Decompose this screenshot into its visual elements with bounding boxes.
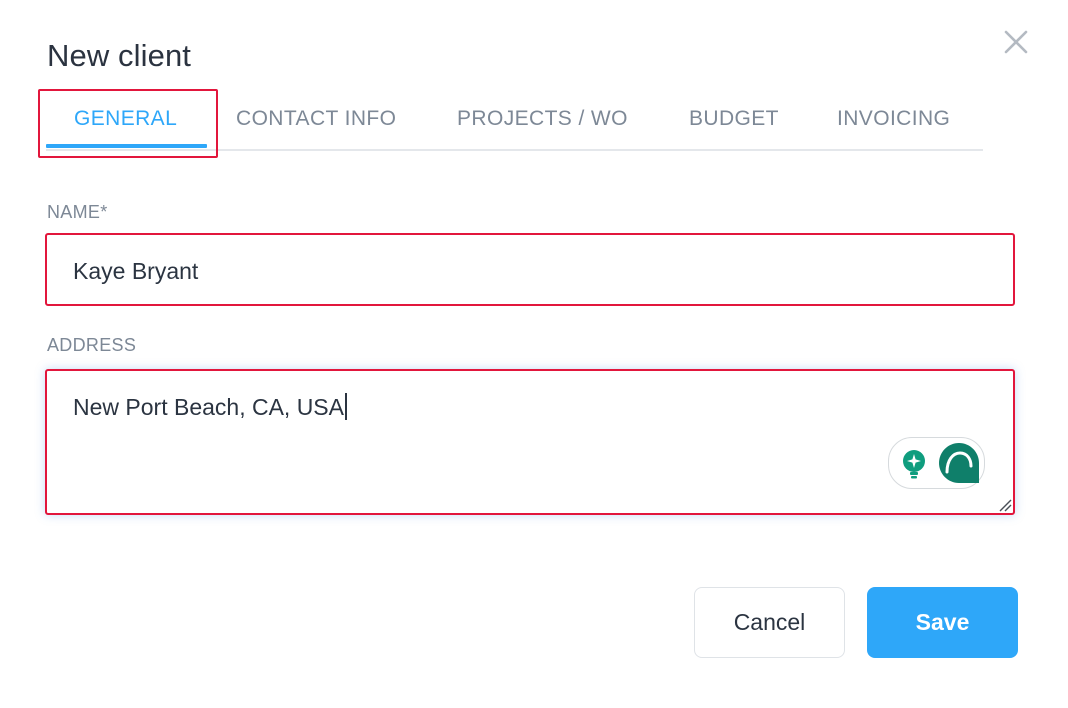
grammarly-g-icon xyxy=(939,443,979,483)
resize-handle-icon[interactable] xyxy=(998,498,1012,512)
lightbulb-sparkle-icon xyxy=(903,450,925,479)
address-text: New Port Beach, CA, USA xyxy=(73,393,347,421)
dialog-title: New client xyxy=(47,38,191,73)
tab-invoicing[interactable]: INVOICING xyxy=(837,92,950,149)
tab-projects-wo[interactable]: PROJECTS / WO xyxy=(457,92,628,149)
name-input[interactable] xyxy=(73,257,973,285)
grammar-assistant-widget[interactable] xyxy=(888,437,985,489)
tab-bar: GENERAL CONTACT INFO PROJECTS / WO BUDGE… xyxy=(46,92,983,151)
name-field-wrapper xyxy=(45,233,1015,306)
address-value: New Port Beach, CA, USA xyxy=(73,394,344,420)
tab-budget[interactable]: BUDGET xyxy=(689,92,779,149)
close-icon xyxy=(1004,30,1028,54)
name-label: NAME* xyxy=(47,202,108,222)
tab-general[interactable]: GENERAL xyxy=(74,92,177,149)
new-client-dialog: New client GENERAL CONTACT INFO PROJECTS… xyxy=(0,0,1068,708)
text-caret xyxy=(345,393,347,420)
close-button[interactable] xyxy=(998,24,1034,60)
cancel-button[interactable]: Cancel xyxy=(694,587,845,658)
address-textarea[interactable]: New Port Beach, CA, USA xyxy=(45,369,1015,515)
tab-contact-info[interactable]: CONTACT INFO xyxy=(236,92,396,149)
address-label: ADDRESS xyxy=(47,335,137,355)
active-tab-indicator xyxy=(46,144,207,148)
save-button[interactable]: Save xyxy=(867,587,1018,658)
